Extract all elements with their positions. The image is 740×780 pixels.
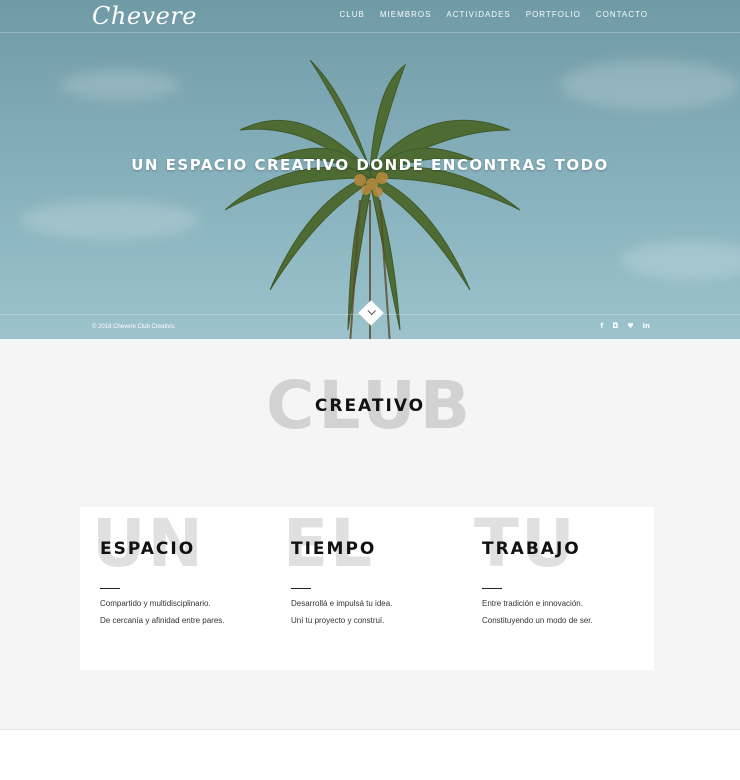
cloud — [60, 70, 180, 100]
feature-cards: UN ESPACIO Compartido y multidisciplinar… — [80, 507, 654, 670]
twitter-icon[interactable]: ♥ — [627, 322, 633, 330]
hero-section: Chevere CLUB MIEMBROS ACTIVIDADES PORTFO… — [0, 0, 740, 339]
nav-item-portfolio[interactable]: PORTFOLIO — [526, 10, 581, 19]
card-text-line: Desarrollá e impulsá tu idea. — [291, 599, 393, 608]
cloud — [20, 200, 200, 240]
card-text-line: Uní tu proyecto y construí. — [291, 616, 385, 625]
feature-card-trabajo: TU TRABAJO Entre tradición e innovación.… — [462, 507, 652, 670]
chevron-down-icon — [367, 306, 376, 316]
club-heading: CREATIVO — [314, 396, 426, 416]
logo[interactable]: Chevere — [92, 2, 197, 30]
feature-card-espacio: UN ESPACIO Compartido y multidisciplinar… — [80, 507, 270, 670]
club-section: CLUB CREATIVO UN ESPACIO Compartido y mu… — [0, 339, 740, 729]
copyright-text: © 2018 Chevere Club Creativo. — [92, 324, 176, 330]
card-title: TIEMPO — [291, 539, 377, 559]
nav-item-actividades[interactable]: ACTIVIDADES — [446, 10, 510, 19]
nav-item-miembros[interactable]: MIEMBROS — [380, 10, 432, 19]
header-divider — [0, 32, 740, 33]
palm-tree-image — [224, 60, 521, 339]
main-nav: CLUB MIEMBROS ACTIVIDADES PORTFOLIO CONT… — [340, 10, 649, 19]
card-divider — [100, 588, 120, 589]
feature-card-tiempo: EL TIEMPO Desarrollá e impulsá tu idea. … — [271, 507, 461, 670]
card-text-line: De cercanía y afinidad entre pares. — [100, 616, 225, 625]
facebook-icon[interactable]: f — [600, 322, 603, 330]
cloud — [560, 60, 740, 110]
card-text-line: Constituyendo un modo de ser. — [482, 616, 593, 625]
card-title: TRABAJO — [482, 539, 581, 559]
nav-item-contacto[interactable]: CONTACTO — [596, 10, 648, 19]
hero-title: UN ESPACIO CREATIVO DONDE ENCONTRAS TODO — [131, 156, 609, 174]
card-title: ESPACIO — [100, 539, 196, 559]
page-bottom-divider — [0, 729, 740, 730]
card-divider — [291, 588, 311, 589]
card-text-line: Entre tradición e innovación. — [482, 599, 583, 608]
cloud — [620, 240, 740, 280]
card-divider — [482, 588, 502, 589]
linkedin-icon[interactable]: in — [643, 322, 650, 330]
instagram-icon[interactable]: ◘ — [612, 322, 618, 330]
nav-item-club[interactable]: CLUB — [340, 10, 365, 19]
social-links: f ◘ ♥ in — [600, 322, 650, 330]
card-text-line: Compartido y multidisciplinario. — [100, 599, 211, 608]
